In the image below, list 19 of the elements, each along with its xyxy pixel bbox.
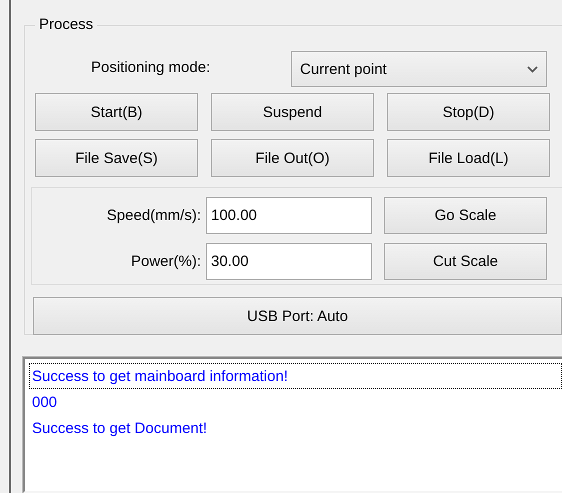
action-button[interactable]: Suspend (211, 93, 374, 131)
input-field[interactable]: 30.00 (206, 243, 372, 280)
log-entry[interactable]: Success to get mainboard information! (29, 363, 562, 389)
positioning-mode-dropdown[interactable]: Current point (291, 51, 547, 87)
input-field[interactable]: 100.00 (206, 197, 372, 234)
scale-button[interactable]: Go Scale (384, 197, 547, 234)
action-button[interactable]: Start(B) (35, 93, 198, 131)
action-button[interactable]: File Load(L) (387, 139, 550, 177)
scale-button[interactable]: Cut Scale (384, 243, 547, 280)
action-button[interactable]: Stop(D) (387, 93, 550, 131)
action-button[interactable]: File Save(S) (35, 139, 198, 177)
chevron-down-icon (527, 66, 538, 72)
positioning-mode-label: Positioning mode: (91, 58, 212, 76)
field-label: Speed(mm/s): (106, 207, 202, 224)
field-label: Power(%): (130, 253, 202, 270)
log-entry[interactable]: Success to get Document! (29, 415, 562, 441)
log-entry[interactable]: 000 (29, 389, 562, 415)
action-button[interactable]: File Out(O) (211, 139, 374, 177)
usb-port-button[interactable]: USB Port: Auto (33, 297, 562, 335)
